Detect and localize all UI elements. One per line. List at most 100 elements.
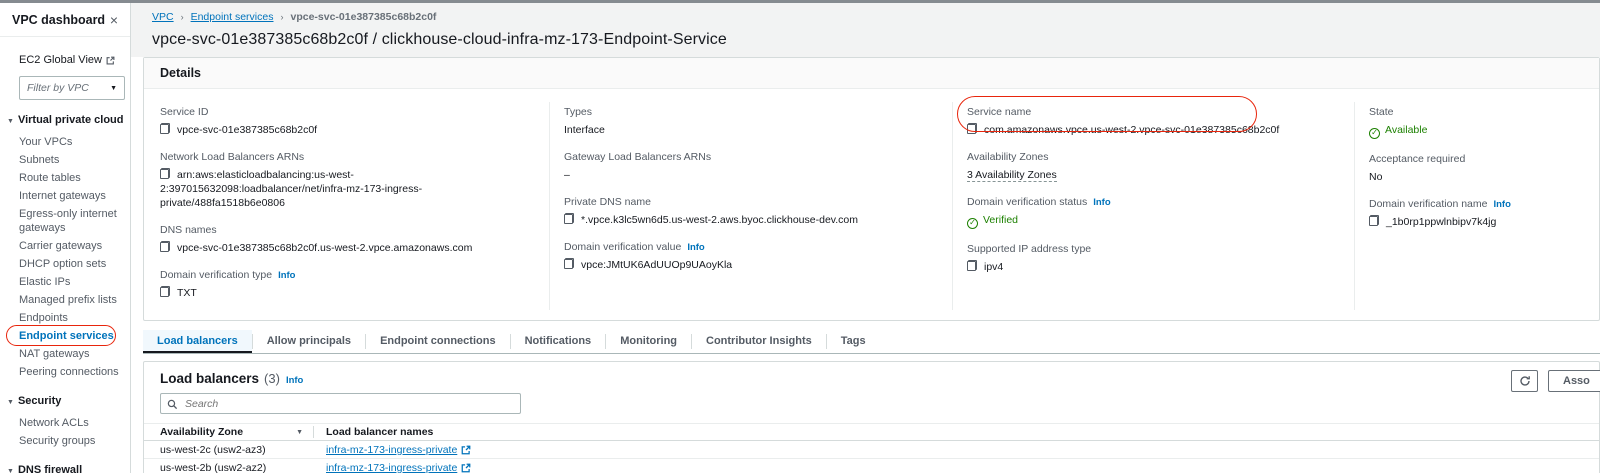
field-value-row: *.vpce.k3lc5wn6d5.us-west-2.aws.byoc.cli… <box>564 213 936 227</box>
check-circle-icon: ✓ <box>967 218 978 229</box>
sidebar-item-dhcp-option-sets[interactable]: DHCP option sets <box>19 256 124 273</box>
field-label: State <box>1369 106 1394 118</box>
load-balancer-link[interactable]: infra-mz-173-ingress-private <box>326 462 457 473</box>
details-field-private-dns-name: Private DNS name*.vpce.k3lc5wn6d5.us-wes… <box>564 192 936 227</box>
chevron-down-icon: ▼ <box>110 85 117 92</box>
load-balancer-link[interactable]: infra-mz-173-ingress-private <box>326 444 457 456</box>
external-link-icon <box>461 463 471 473</box>
copy-icon[interactable] <box>160 286 170 297</box>
details-field-domain-verification-type: Domain verification typeInfoTXT <box>160 265 533 300</box>
sidebar-item-your-vpcs[interactable]: Your VPCs <box>19 134 124 151</box>
page-header-area: VPC › Endpoint services › vpce-svc-01e38… <box>131 3 1600 57</box>
column-header-load-balancer-names: Load balancer names <box>314 426 433 438</box>
details-field-gateway-load-balancers-arns: Gateway Load Balancers ARNs – <box>564 147 936 182</box>
sidebar-item-elastic-ips[interactable]: Elastic IPs <box>19 274 124 291</box>
details-field-acceptance-required: Acceptance requiredNo <box>1369 149 1567 184</box>
details-card: Details Service IDvpce-svc-01e387385c68b… <box>143 57 1600 321</box>
field-value-row: _1b0rp1ppwlnbipv7k4jg <box>1369 215 1567 229</box>
section-caret-icon: ▼ <box>7 468 14 473</box>
check-circle-icon: ✓ <box>1369 128 1380 139</box>
field-label-row: Types <box>564 102 936 120</box>
tab-monitoring[interactable]: Monitoring <box>606 330 691 353</box>
details-field-types: Types Interface <box>564 102 936 137</box>
field-label-row: Supported IP address type <box>967 239 1338 257</box>
sidebar-item-security-groups[interactable]: Security groups <box>19 433 124 450</box>
search-input[interactable] <box>160 393 521 414</box>
field-label: Gateway Load Balancers ARNs <box>564 151 711 163</box>
breadcrumb-link-endpoint-services[interactable]: Endpoint services <box>191 11 274 23</box>
sidebar-item-subnets[interactable]: Subnets <box>19 152 124 169</box>
details-field-supported-ip-address-type: Supported IP address type ipv4 <box>967 239 1338 274</box>
table-row: us-west-2c (usw2-az3) infra-mz-173-ingres… <box>144 441 1599 459</box>
field-label-row: Domain verification status Info <box>967 192 1338 210</box>
info-link[interactable]: Info <box>278 270 295 281</box>
sidebar-item-egress-only-internet-gateways[interactable]: Egress-only internet gateways <box>19 206 124 237</box>
copy-icon[interactable] <box>1369 215 1379 226</box>
sidebar-item-network-acls[interactable]: Network ACLs <box>19 415 124 432</box>
info-link[interactable]: Info <box>1093 197 1110 208</box>
info-link[interactable]: Info <box>1493 199 1510 210</box>
sidebar-body: EC2 Global View Filter by VPC ▼ ▼Virtual… <box>0 37 130 473</box>
tab-contributor-insights[interactable]: Contributor Insights <box>692 330 826 353</box>
close-icon[interactable]: × <box>110 13 118 27</box>
breadcrumb-separator: › <box>181 12 184 22</box>
sidebar-section-security[interactable]: ▼Security <box>7 395 124 407</box>
associate-button[interactable]: Asso <box>1548 370 1600 392</box>
copy-icon[interactable] <box>160 241 170 252</box>
copy-icon[interactable] <box>160 168 170 179</box>
copy-icon[interactable] <box>564 258 574 269</box>
field-value-row: arn:aws:elasticloadbalancing:us-west-2:3… <box>160 168 533 210</box>
sidebar-item-nat-gateways[interactable]: NAT gateways <box>19 346 124 363</box>
load-balancers-actions: Asso <box>1511 370 1600 392</box>
sidebar-section-virtual-private-cloud[interactable]: ▼Virtual private cloud <box>7 114 124 126</box>
sidebar-section-dns-firewall[interactable]: ▼DNS firewall <box>7 464 124 473</box>
field-value-row: vpce:JMtUK6AdUUOp9UAoyKla <box>564 258 936 272</box>
table-row: us-west-2b (usw2-az2)infra-mz-173-ingres… <box>144 459 1599 473</box>
copy-icon[interactable] <box>564 213 574 224</box>
sidebar-item-internet-gateways[interactable]: Internet gateways <box>19 188 124 205</box>
details-column: State✓AvailableAcceptance requiredNoDoma… <box>1354 102 1583 310</box>
sidebar-item-ec2-global-view[interactable]: EC2 Global View <box>19 54 115 66</box>
refresh-icon <box>1519 375 1531 387</box>
field-value: Interface <box>564 124 605 136</box>
sidebar-item-carrier-gateways[interactable]: Carrier gateways <box>19 238 124 255</box>
breadcrumb-link-vpc[interactable]: VPC <box>152 11 174 23</box>
refresh-button[interactable] <box>1511 370 1538 392</box>
tab-load-balancers[interactable]: Load balancers <box>143 330 252 353</box>
tab-bar: Load balancersAllow principalsEndpoint c… <box>143 330 1600 354</box>
tab-allow-principals[interactable]: Allow principals <box>253 330 365 353</box>
tab-notifications[interactable]: Notifications <box>511 330 606 353</box>
az-cell: us-west-2c (usw2-az3) <box>144 444 314 456</box>
field-label: Domain verification status <box>967 196 1087 208</box>
field-value-row: ipv4 <box>967 260 1338 274</box>
info-link[interactable]: Info <box>687 242 704 253</box>
details-field-state: State✓Available <box>1369 102 1567 139</box>
copy-icon[interactable] <box>160 123 170 134</box>
ec2-global-view-label: EC2 Global View <box>19 54 102 66</box>
sidebar-item-endpoints[interactable]: Endpoints <box>19 310 124 327</box>
field-value-row: vpce-svc-01e387385c68b2c0f.us-west-2.vpc… <box>160 241 533 255</box>
details-field-domain-verification-status: Domain verification statusInfo✓Verified <box>967 192 1338 229</box>
field-value: ipv4 <box>984 261 1003 273</box>
details-field-domain-verification-name: Domain verification nameInfo_1b0rp1ppwln… <box>1369 194 1567 229</box>
sidebar-item-route-tables[interactable]: Route tables <box>19 170 124 187</box>
search-icon <box>167 397 178 415</box>
sidebar-item-managed-prefix-lists[interactable]: Managed prefix lists <box>19 292 124 309</box>
copy-icon[interactable] <box>967 260 977 271</box>
sort-descending-icon[interactable]: ▼ <box>296 429 303 436</box>
availability-zones-link[interactable]: 3 Availability Zones <box>967 169 1057 182</box>
vpc-filter-select[interactable]: Filter by VPC ▼ <box>19 76 125 100</box>
sidebar-item-peering-connections[interactable]: Peering connections <box>19 364 124 381</box>
sidebar-item-endpoint-services[interactable]: Endpoint services <box>19 328 124 345</box>
field-value: No <box>1369 171 1382 183</box>
breadcrumb: VPC › Endpoint services › vpce-svc-01e38… <box>152 11 1600 23</box>
sidebar-section-label: Security <box>18 395 61 407</box>
info-link[interactable]: Info <box>286 375 303 386</box>
copy-icon[interactable] <box>967 123 977 134</box>
tab-endpoint-connections[interactable]: Endpoint connections <box>366 330 510 353</box>
tab-tags[interactable]: Tags <box>827 330 880 353</box>
field-value-row: – <box>564 168 936 182</box>
vpc-filter-placeholder: Filter by VPC <box>27 82 89 94</box>
field-value: vpce-svc-01e387385c68b2c0f.us-west-2.vpc… <box>177 242 472 254</box>
details-field-availability-zones: Availability Zones3 Availability Zones <box>967 147 1338 182</box>
